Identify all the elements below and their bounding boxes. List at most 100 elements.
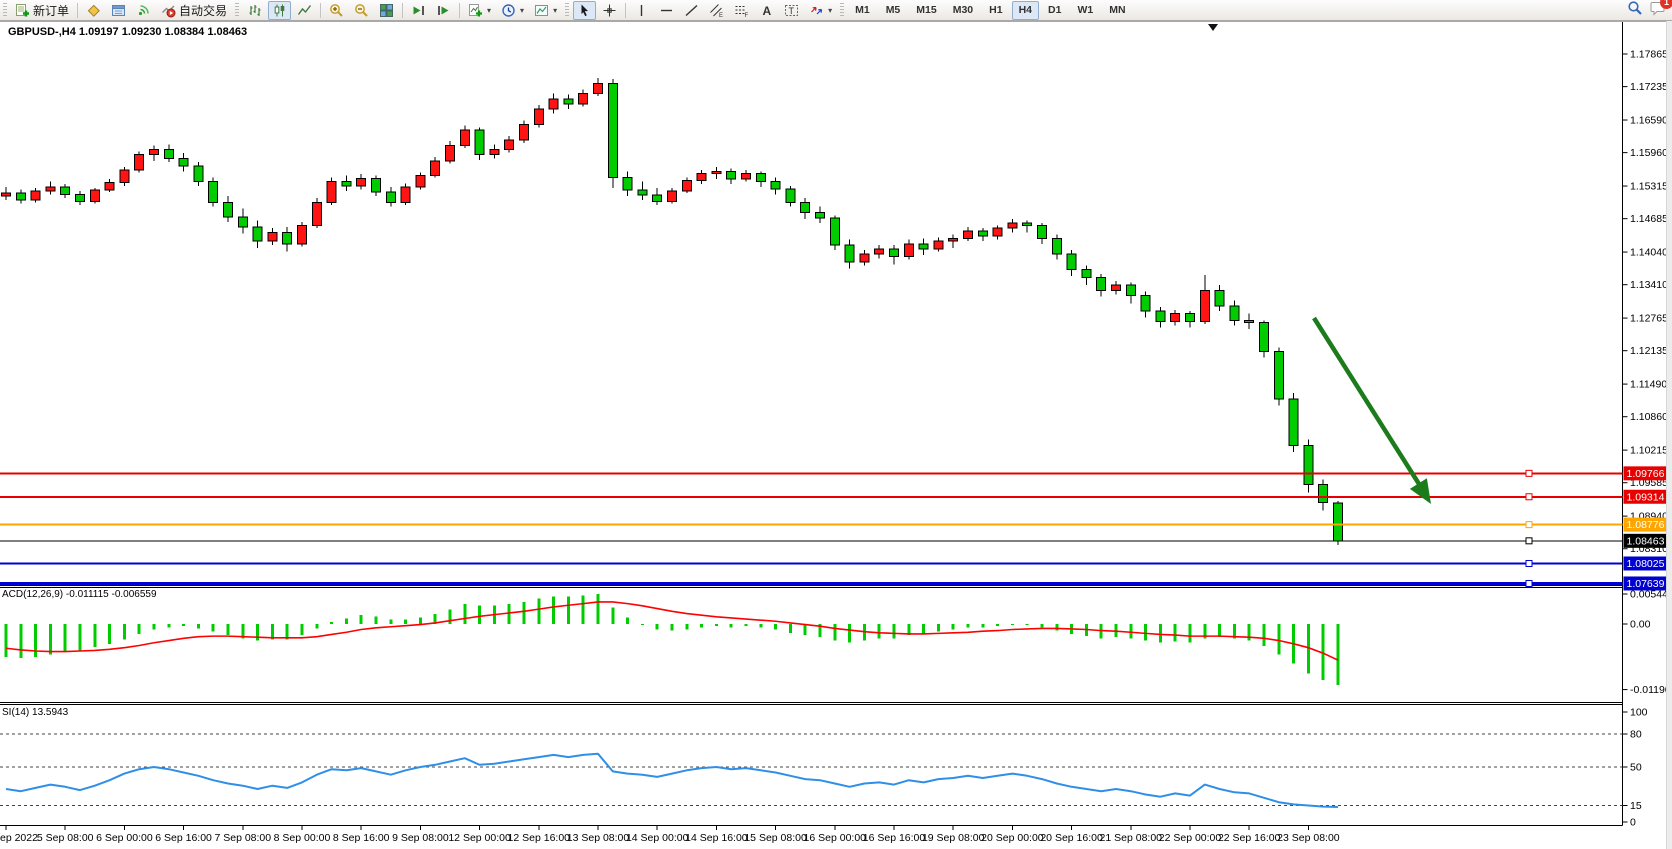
bear-candle (1052, 239, 1061, 255)
bull-candle (505, 140, 514, 149)
price-tick-label: 1.12135 (1630, 345, 1668, 357)
bear-candle (1023, 223, 1032, 226)
dropdown-caret-icon: ▾ (553, 6, 557, 15)
rsi-axis-label: 100 (1630, 707, 1648, 719)
navigator-button[interactable] (107, 1, 130, 20)
bear-candle (816, 213, 825, 218)
timeframe-button-m15[interactable]: M15 (909, 1, 943, 20)
line-handle[interactable] (1526, 538, 1532, 544)
timeframe-button-d1[interactable]: D1 (1041, 1, 1068, 20)
macd-histogram-bar (19, 624, 22, 658)
templates-button[interactable]: ▾ (530, 1, 561, 20)
horizontal-line-button[interactable] (655, 1, 678, 20)
trendline-button[interactable] (680, 1, 703, 20)
macd-histogram-bar (759, 624, 762, 627)
zoom-in-button[interactable] (325, 1, 348, 20)
date-tick-label: 21 Sep 08:00 (1100, 832, 1163, 844)
line-handle[interactable] (1526, 580, 1532, 586)
macd-histogram-bar (1159, 624, 1162, 643)
line-chart-button[interactable] (293, 1, 316, 20)
bear-candle (238, 217, 247, 227)
bull-candle (357, 179, 366, 186)
macd-histogram-bar (952, 624, 955, 630)
timeframe-button-h1[interactable]: H1 (982, 1, 1009, 20)
timeframe-button-h4[interactable]: H4 (1012, 1, 1039, 20)
date-tick-label: 14 Sep 16:00 (685, 832, 748, 844)
date-tick-label: 16 Sep 16:00 (863, 832, 926, 844)
rsi-indicator-label: SI(14) 13.5943 (2, 707, 68, 718)
toolbar-separator (77, 3, 78, 18)
new-order-button[interactable]: 新订单 (11, 1, 73, 20)
macd-histogram-bar (167, 624, 170, 627)
price-tick-label: 1.10860 (1630, 411, 1668, 423)
toolbar: 新订单 自动交易 ▾ ▾ ▾ E F A T (0, 0, 1672, 21)
equidistant-channel-button[interactable]: E (705, 1, 728, 20)
timeframe-button-m1[interactable]: M1 (848, 1, 877, 20)
macd-histogram-bar (108, 624, 111, 644)
signals-button[interactable] (132, 1, 155, 20)
text-label-button[interactable]: T (780, 1, 803, 20)
date-tick-label: 22 Sep 16:00 (1218, 832, 1281, 844)
candlestick-chart-button[interactable] (268, 1, 291, 20)
bull-candle (401, 187, 410, 203)
date-tick-label: 19 Sep 08:00 (922, 832, 985, 844)
arrows-button[interactable]: ▾ (805, 1, 836, 20)
fibonacci-button[interactable]: F (730, 1, 753, 20)
chart-shift-button[interactable] (432, 1, 455, 20)
cursor-button[interactable] (573, 1, 596, 20)
bear-candle (1215, 290, 1224, 306)
annotations[interactable] (1314, 318, 1431, 504)
timeframe-button-w1[interactable]: W1 (1070, 1, 1100, 20)
line-handle[interactable] (1526, 470, 1532, 476)
date-tick-label: 7 Sep 08:00 (214, 832, 271, 844)
tile-windows-button[interactable] (375, 1, 398, 20)
line-handle[interactable] (1526, 561, 1532, 567)
timeframe-button-m5[interactable]: M5 (879, 1, 908, 20)
notifications-button[interactable]: 1 (1649, 0, 1666, 21)
line-handle[interactable] (1526, 494, 1532, 500)
bull-candle (697, 173, 706, 180)
macd-histogram-bar (1011, 624, 1014, 625)
text-button[interactable]: A (755, 1, 778, 20)
market-watch-button[interactable] (82, 1, 105, 20)
vertical-line-button[interactable] (630, 1, 653, 20)
chart-area[interactable]: 1.178651.172351.165901.159601.153151.146… (0, 0, 1672, 849)
macd-histogram-bar (611, 607, 614, 624)
bull-candle (682, 181, 691, 191)
auto-trading-button[interactable]: 自动交易 (157, 1, 231, 20)
bear-candle (564, 99, 573, 104)
bull-candle (1171, 314, 1180, 322)
auto-scroll-button[interactable] (407, 1, 430, 20)
macd-histogram-bar (789, 624, 792, 633)
crosshair-button[interactable] (598, 1, 621, 20)
macd-histogram-bar (774, 624, 777, 630)
bear-candle (1156, 311, 1165, 321)
macd-histogram-bar (182, 624, 185, 626)
bear-candle (1038, 226, 1047, 239)
macd-histogram-bar (967, 624, 970, 627)
bull-candle (460, 130, 469, 146)
search-icon[interactable] (1627, 0, 1643, 21)
macd-indicator-label: ACD(12,26,9) -0.011115 -0.006559 (2, 589, 157, 600)
bar-chart-button[interactable] (243, 1, 266, 20)
zoom-in-icon (329, 3, 344, 18)
navigator-icon (111, 3, 126, 18)
down-trend-arrow[interactable] (1314, 318, 1419, 484)
macd-histogram-bar (1129, 624, 1132, 638)
periods-button[interactable]: ▾ (497, 1, 528, 20)
macd-histogram-bar (404, 620, 407, 624)
bull-candle (534, 109, 543, 125)
bull-candle (327, 182, 336, 203)
timeframe-button-mn[interactable]: MN (1102, 1, 1132, 20)
bull-candle (1200, 290, 1209, 321)
macd-histogram-bar (64, 624, 67, 652)
line-handle[interactable] (1526, 522, 1532, 528)
macd-histogram-bar (715, 624, 718, 626)
bear-candle (1334, 503, 1343, 541)
zoom-out-button[interactable] (350, 1, 373, 20)
indicators-button[interactable]: ▾ (464, 1, 495, 20)
timeframe-button-m30[interactable]: M30 (946, 1, 980, 20)
price-chart-canvas[interactable]: 1.178651.172351.165901.159601.153151.146… (0, 0, 1672, 849)
auto-trading-label: 自动交易 (179, 2, 227, 19)
bear-candle (253, 227, 262, 241)
